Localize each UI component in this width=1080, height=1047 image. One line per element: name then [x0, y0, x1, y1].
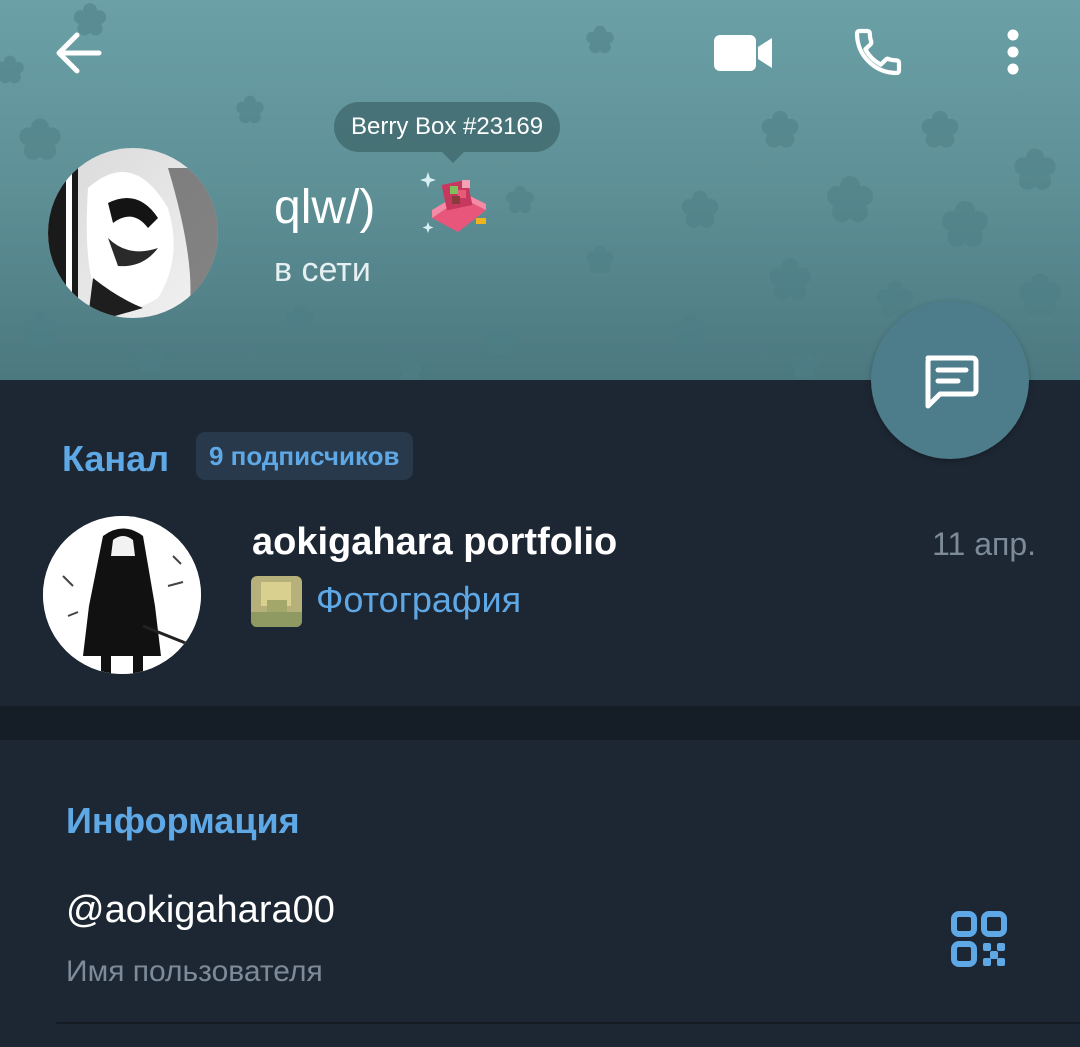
back-button[interactable] [40, 20, 116, 86]
channel-avatar [43, 516, 201, 674]
channel-last-message: Фотография [316, 579, 522, 620]
info-section: Информация @aokigahara00 Имя пользовател… [0, 740, 1080, 1047]
phone-icon [854, 28, 902, 76]
berry-box-gift-icon[interactable] [414, 160, 498, 244]
channel-name: aokigahara portfolio [252, 521, 618, 563]
username-caption: Имя пользователя [66, 955, 323, 988]
channel-avatar-image [43, 516, 201, 674]
gift-tooltip[interactable]: Berry Box #23169 [334, 102, 561, 163]
section-divider [0, 706, 1080, 740]
photo-thumbnail [251, 576, 302, 627]
qr-code-button[interactable] [946, 908, 1012, 970]
arrow-left-icon [56, 32, 102, 74]
message-icon [925, 355, 979, 409]
row-divider [56, 1022, 1080, 1024]
more-vertical-icon [1007, 29, 1019, 75]
message-fab-button[interactable] [871, 301, 1029, 459]
more-options-button[interactable] [986, 16, 1040, 88]
channel-date: 11 апр. [932, 526, 1036, 562]
qr-code-icon [951, 911, 1007, 967]
profile-status: в сети [274, 251, 371, 289]
channel-row[interactable]: aokigahara portfolio 11 апр. Фотография [0, 508, 1080, 684]
video-camera-icon [714, 35, 772, 71]
profile-avatar[interactable] [48, 148, 218, 318]
voice-call-button[interactable] [838, 16, 918, 88]
profile-avatar-image [48, 148, 218, 318]
subscribers-badge: 9 подписчиков [196, 432, 413, 480]
info-section-label: Информация [66, 800, 300, 841]
video-call-button[interactable] [700, 20, 788, 86]
channel-section-label: Канал [62, 438, 170, 479]
profile-name: qlw/) [274, 181, 376, 234]
username-value[interactable]: @aokigahara00 [66, 888, 335, 932]
